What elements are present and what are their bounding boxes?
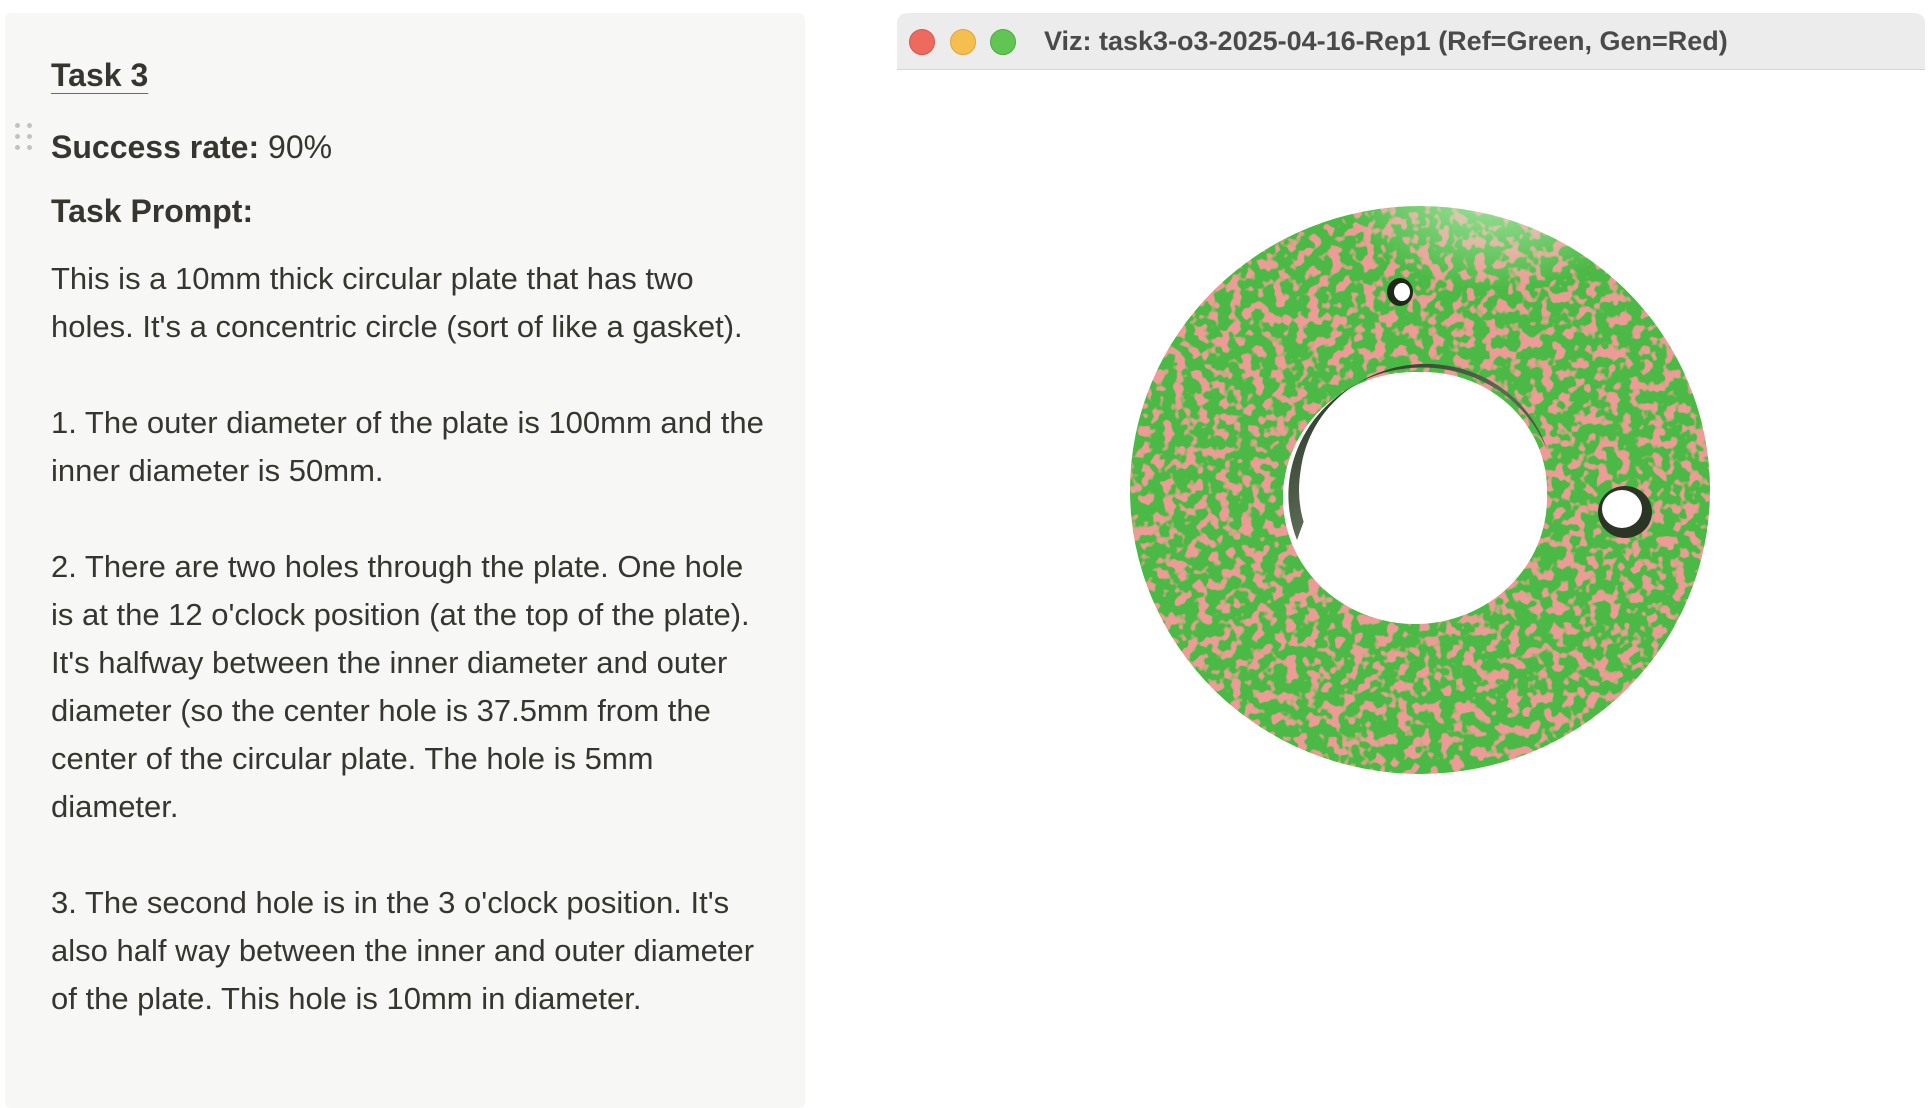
drag-handle-icon[interactable]: [15, 123, 33, 155]
document-panel: Task 3 Success rate: 90% Task Prompt: Th…: [5, 13, 805, 1108]
inner-bore: [1299, 372, 1547, 608]
viz-window: Viz: task3-o3-2025-04-16-Rep1 (Ref=Green…: [897, 13, 1925, 835]
prompt-paragraph: This is a 10mm thick circular plate that…: [51, 261, 743, 344]
window-close-icon[interactable]: [909, 29, 935, 55]
task-title[interactable]: Task 3: [51, 55, 148, 97]
success-rate-label: Success rate:: [51, 129, 260, 165]
success-rate-value: 90%: [268, 129, 333, 165]
screen: Task 3 Success rate: 90% Task Prompt: Th…: [0, 0, 1928, 1108]
task-prompt-heading: Task Prompt:: [51, 193, 254, 229]
prompt-paragraph: 2. There are two holes through the plate…: [51, 549, 750, 824]
window-title: Viz: task3-o3-2025-04-16-Rep1 (Ref=Green…: [1044, 26, 1728, 56]
window-maximize-icon[interactable]: [990, 29, 1016, 55]
prompt-paragraph: 1. The outer diameter of the plate is 10…: [51, 405, 764, 488]
window-titlebar[interactable]: Viz: task3-o3-2025-04-16-Rep1 (Ref=Green…: [897, 13, 1925, 70]
success-rate-line: Success rate: 90%: [51, 127, 332, 169]
prompt-paragraph: 3. The second hole is in the 3 o'clock p…: [51, 885, 755, 1016]
3d-viewport[interactable]: [897, 70, 1925, 835]
gasket-render: [1097, 110, 1747, 810]
window-minimize-icon[interactable]: [950, 29, 976, 55]
task-prompt-body: This is a 10mm thick circular plate that…: [51, 255, 771, 1023]
